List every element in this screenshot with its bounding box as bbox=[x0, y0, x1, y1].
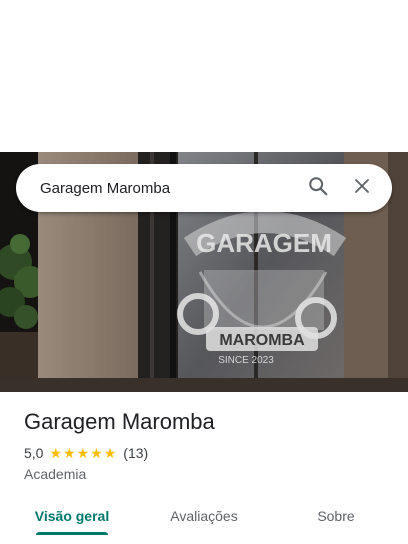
place-title: Garagem Maromba bbox=[24, 409, 215, 434]
star-icon: ★ bbox=[63, 445, 76, 461]
svg-text:MAROMBA: MAROMBA bbox=[219, 332, 305, 349]
rating-value: 5,0 bbox=[24, 445, 44, 461]
star-icon: ★ bbox=[103, 445, 117, 461]
search-input[interactable] bbox=[16, 164, 298, 212]
tab-bar: Visão geral Avaliações Sobre bbox=[0, 496, 408, 544]
review-count[interactable]: (13) bbox=[123, 445, 148, 461]
blank-area bbox=[0, 0, 408, 152]
search-icon bbox=[307, 175, 329, 202]
star-icon: ★ bbox=[76, 445, 90, 461]
star-icon: ★ bbox=[49, 445, 63, 461]
clear-button[interactable] bbox=[342, 164, 382, 212]
svg-text:SINCE 2023: SINCE 2023 bbox=[218, 355, 274, 366]
rating-row[interactable]: 5,0 ★ ★ ★ ★ ★ (13) bbox=[24, 444, 394, 462]
svg-text:GARAGEM: GARAGEM bbox=[196, 228, 332, 258]
tab-about[interactable]: Sobre bbox=[264, 496, 408, 536]
place-info: Garagem Maromba 5,0 ★ ★ ★ ★ ★ (13) Acade… bbox=[24, 408, 394, 482]
close-icon bbox=[353, 177, 371, 200]
tab-overview[interactable]: Visão geral bbox=[0, 496, 144, 536]
place-category[interactable]: Academia bbox=[24, 466, 394, 482]
search-bar[interactable] bbox=[16, 164, 392, 212]
search-button[interactable] bbox=[298, 164, 338, 212]
star-rating: ★ ★ ★ ★ ★ bbox=[49, 446, 117, 460]
active-tab-indicator bbox=[36, 532, 108, 535]
star-icon: ★ bbox=[90, 445, 103, 461]
tab-reviews[interactable]: Avaliações bbox=[144, 496, 264, 536]
